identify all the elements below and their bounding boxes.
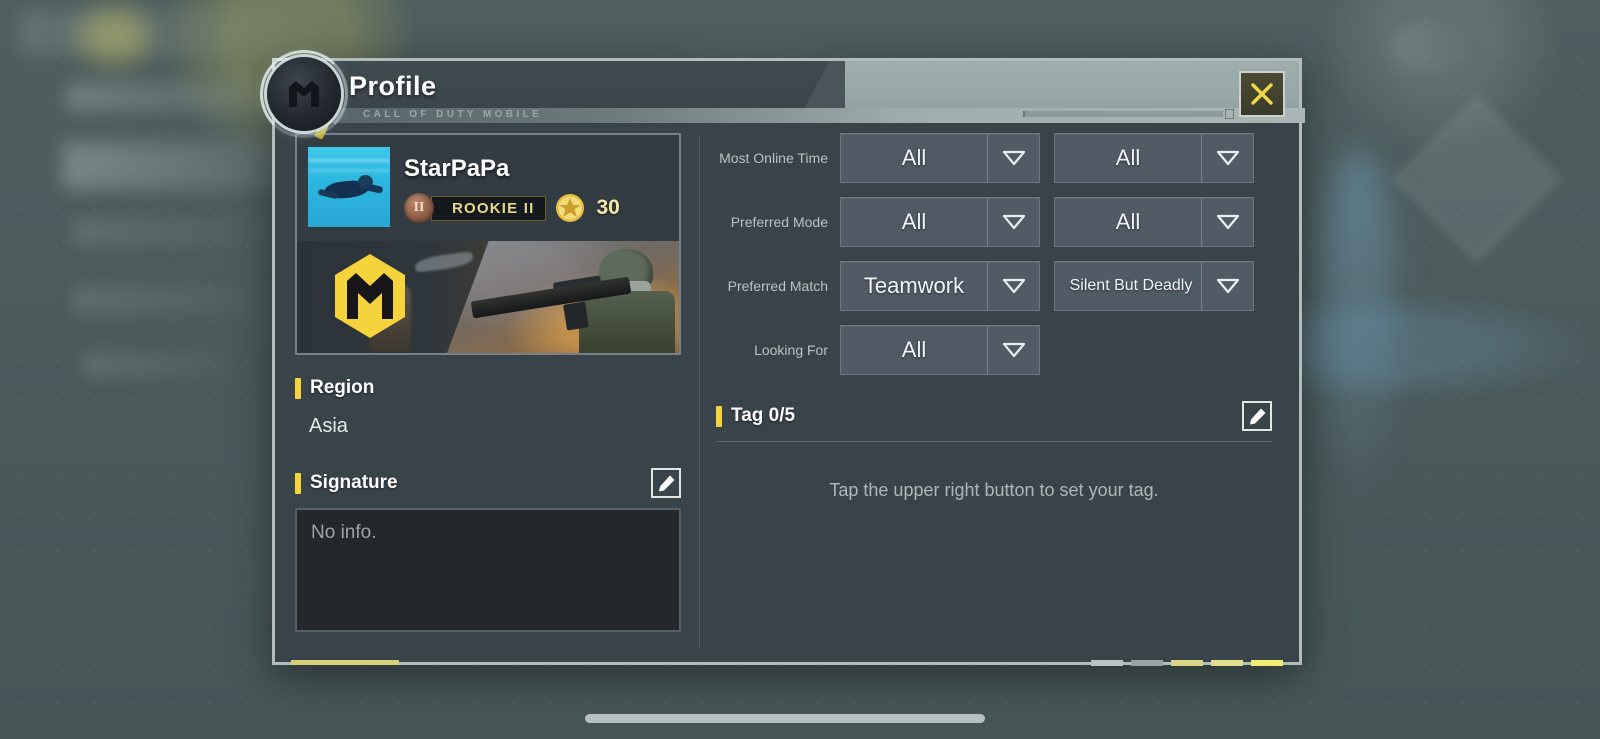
- chevron-down-icon: [1216, 214, 1239, 230]
- select-value: All: [901, 209, 927, 234]
- filter-label: Looking For: [754, 342, 828, 358]
- region-label: Region: [310, 377, 375, 398]
- dropdown-caret: [1201, 198, 1253, 246]
- chevron-down-icon: [1002, 278, 1025, 294]
- chevron-down-icon: [1002, 342, 1025, 358]
- background-blue-streak: [1322, 150, 1394, 480]
- filter-label: Preferred Mode: [730, 214, 828, 230]
- signature-section: Signature No info.: [295, 468, 683, 632]
- filter-select-primary-1[interactable]: All: [840, 197, 1040, 247]
- panel-divider: [699, 135, 700, 648]
- dropdown-caret: [1201, 262, 1253, 310]
- select-value: Teamwork: [863, 273, 965, 298]
- rank-medal-icon: II: [404, 193, 434, 223]
- section-tick-icon: [716, 405, 722, 427]
- background-blurred-header: [18, 10, 318, 54]
- left-panel: StarPaPa II ROOKIE II 30 Region Asia Sig…: [289, 133, 689, 650]
- chevron-down-icon: [1002, 214, 1025, 230]
- filter-select-secondary-2[interactable]: Silent But Deadly: [1054, 261, 1254, 311]
- bottom-right-dashes: [1091, 660, 1283, 666]
- region-section: Region Asia: [295, 377, 683, 438]
- background-blurred-menu-item: [66, 88, 292, 114]
- dropdown-caret: [987, 262, 1039, 310]
- close-icon: [1251, 83, 1273, 105]
- codm-hex-logo-icon: [335, 254, 405, 338]
- decor-dash: [1091, 660, 1123, 666]
- tag-edit-button[interactable]: [1242, 401, 1272, 431]
- dropdown-caret: [1201, 134, 1253, 182]
- edit-pencil-icon: [658, 475, 674, 491]
- decor-dash: [1171, 660, 1203, 666]
- select-value: All: [901, 337, 927, 362]
- system-navigation-bar: [0, 691, 1600, 739]
- player-level: 30: [596, 196, 620, 219]
- dialog-body: StarPaPa II ROOKIE II 30 Region Asia Sig…: [275, 123, 1299, 662]
- player-banner: [297, 241, 679, 353]
- dropdown-caret: [987, 326, 1039, 374]
- region-value: Asia: [309, 415, 348, 437]
- dropdown-caret: [987, 198, 1039, 246]
- background-blurred-menu-item: [82, 352, 232, 378]
- select-value: Silent But Deadly: [1069, 277, 1193, 294]
- filter-select-secondary-1[interactable]: All: [1054, 197, 1254, 247]
- page-title: Profile: [349, 71, 437, 101]
- filter-select-primary-2[interactable]: Teamwork: [840, 261, 1040, 311]
- filter-label: Most Online Time: [719, 150, 828, 166]
- section-tick-icon: [295, 377, 301, 399]
- select-value: All: [901, 145, 927, 170]
- filter-row: Preferred Match Teamwork Silent But Deadly: [716, 261, 1285, 311]
- section-tick-icon: [295, 472, 301, 494]
- filter-select-secondary-0[interactable]: All: [1054, 133, 1254, 183]
- rank-label: ROOKIE II: [431, 195, 547, 221]
- profile-dialog: Profile CALL OF DUTY MOBILE StarPaPa II …: [260, 50, 1305, 666]
- header-progress-endcap: [1225, 109, 1234, 119]
- select-value: All: [1115, 145, 1141, 170]
- home-indicator[interactable]: [585, 714, 985, 723]
- filter-row: Looking For All: [716, 325, 1285, 375]
- close-button[interactable]: [1239, 71, 1285, 117]
- decor-dash: [1211, 660, 1243, 666]
- filter-row: Most Online Time All All: [716, 133, 1285, 183]
- right-panel: Most Online Time All All Preferred Mode All A…: [716, 133, 1285, 650]
- player-rank-row: II ROOKIE II 30: [404, 193, 620, 223]
- bottom-left-accent: [291, 660, 399, 665]
- banner-soldier-artwork: [447, 241, 679, 353]
- background-blurred-menu-item: [72, 218, 272, 246]
- emblem-m-glyph: [289, 81, 319, 107]
- signature-edit-button[interactable]: [651, 468, 681, 498]
- header-progress-line: [1023, 111, 1223, 117]
- signature-text: No info.: [311, 522, 377, 543]
- select-value: All: [1115, 209, 1141, 234]
- signature-header: Signature: [295, 468, 681, 498]
- tag-header: Tag 0/5: [716, 401, 1272, 442]
- background-blurred-shape: [1392, 20, 1470, 74]
- filter-row: Preferred Mode All All: [716, 197, 1285, 247]
- chevron-down-icon: [1002, 150, 1025, 166]
- star-badge-icon: [555, 193, 585, 223]
- chevron-down-icon: [1216, 150, 1239, 166]
- page-subtitle: CALL OF DUTY MOBILE: [363, 109, 543, 120]
- background-blurred-menu-item: [72, 286, 268, 314]
- signature-label: Signature: [310, 472, 398, 493]
- filter-rows: Most Online Time All All Preferred Mode All A…: [716, 133, 1285, 375]
- player-card[interactable]: StarPaPa II ROOKIE II 30: [295, 133, 681, 355]
- filter-label: Preferred Match: [727, 278, 828, 294]
- filter-select-primary-0[interactable]: All: [840, 133, 1040, 183]
- region-header: Region: [295, 377, 683, 399]
- signature-textarea[interactable]: No info.: [295, 508, 681, 632]
- tag-label: Tag 0/5: [731, 405, 796, 426]
- decor-dash: [1131, 660, 1163, 666]
- dropdown-caret: [987, 134, 1039, 182]
- codm-emblem-icon: [260, 50, 348, 138]
- edit-pencil-icon: [1249, 408, 1265, 424]
- decor-dash: [1251, 660, 1283, 666]
- tag-section: Tag 0/5 Tap the upper right button to se…: [716, 401, 1285, 501]
- chevron-down-icon: [1216, 278, 1239, 294]
- player-name: StarPaPa: [404, 155, 510, 182]
- tag-hint-text: Tap the upper right button to set your t…: [829, 480, 1159, 500]
- filter-select-primary-3[interactable]: All: [840, 325, 1040, 375]
- underwater-swimmer-avatar[interactable]: [308, 147, 390, 227]
